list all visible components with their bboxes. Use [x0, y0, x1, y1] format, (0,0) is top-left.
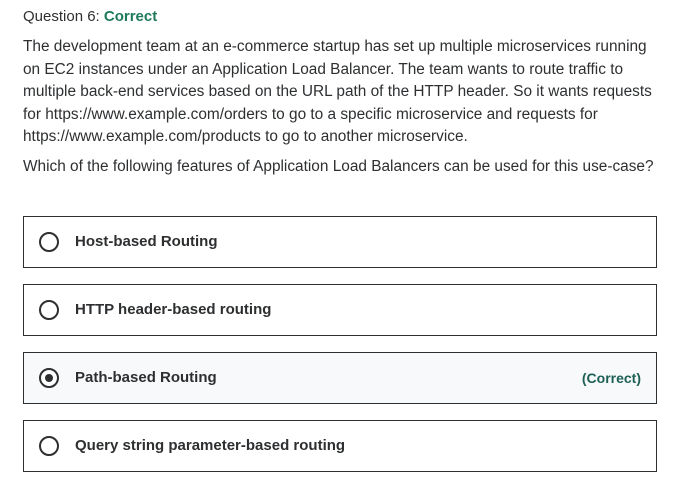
question-header: Question 6: Correct — [23, 7, 157, 27]
quiz-question-panel: Question 6: Correct The development team… — [0, 0, 681, 488]
question-text: The development team at an e-commerce st… — [23, 38, 652, 145]
radio-dot-icon — [45, 374, 53, 382]
question-prompt: The development team at an e-commerce st… — [23, 36, 663, 178]
answer-label: Path-based Routing — [75, 369, 217, 386]
answer-option-http-header[interactable]: HTTP header-based routing — [23, 284, 657, 336]
answer-list: Host-based Routing HTTP header-based rou… — [23, 216, 657, 488]
answer-option-path-based[interactable]: Path-based Routing (Correct) — [23, 352, 657, 404]
answer-label: Host-based Routing — [75, 233, 218, 250]
radio-unselected-icon[interactable] — [39, 436, 59, 456]
answer-option-query-string[interactable]: Query string parameter-based routing — [23, 420, 657, 472]
answer-label: Query string parameter-based routing — [75, 437, 346, 454]
result-status: Correct — [103, 8, 158, 25]
radio-selected-icon[interactable] — [39, 368, 59, 388]
radio-unselected-icon[interactable] — [39, 300, 59, 320]
answer-label: HTTP header-based routing — [75, 301, 272, 318]
answer-option-host-based[interactable]: Host-based Routing — [23, 216, 657, 268]
correct-tag: (Correct) — [581, 370, 641, 386]
question-ask: Which of the following features of Appli… — [23, 157, 654, 175]
radio-unselected-icon[interactable] — [39, 232, 59, 252]
question-number: Question 6: — [23, 8, 100, 25]
